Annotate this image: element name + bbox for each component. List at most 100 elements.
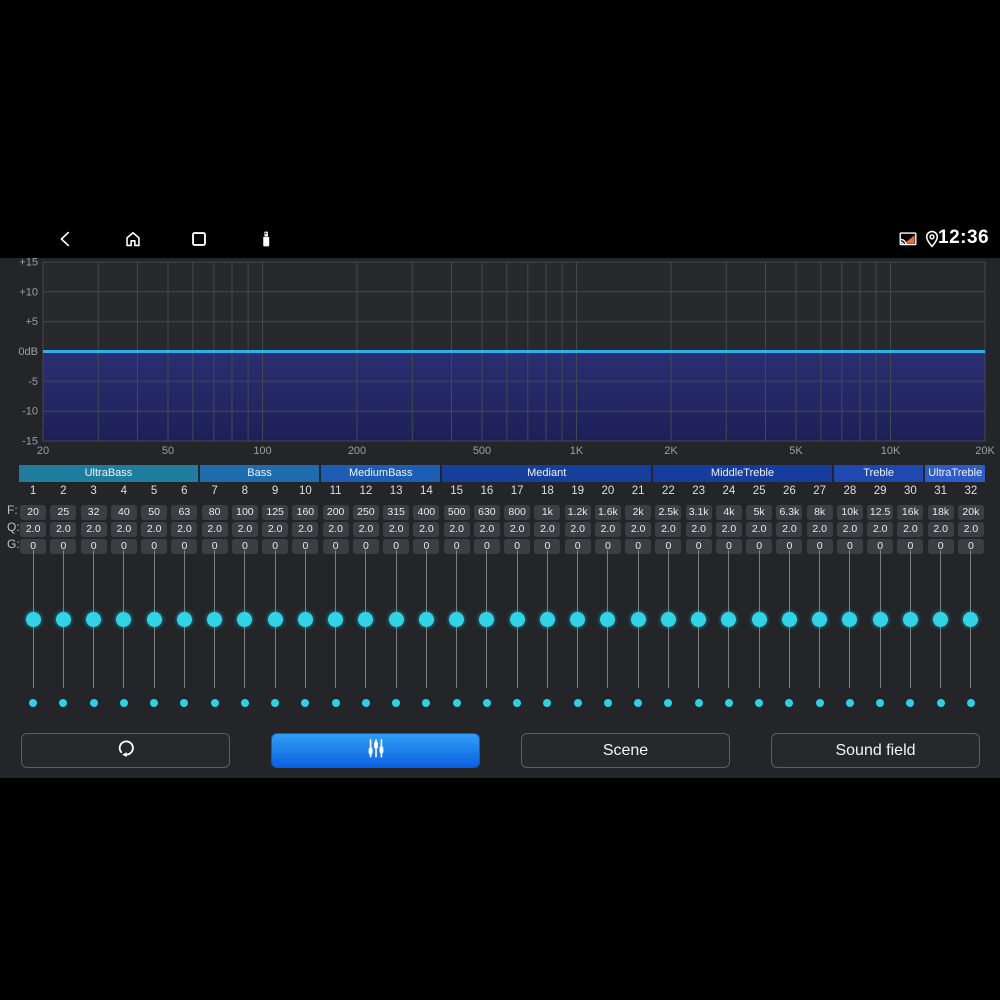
slider-knob[interactable] (721, 611, 737, 627)
band-dot[interactable] (180, 699, 189, 707)
slider-knob[interactable] (479, 611, 495, 627)
slider-knob[interactable] (25, 611, 41, 627)
eq-band-slider-11[interactable] (321, 548, 351, 713)
eq-band-slider-22[interactable] (653, 548, 683, 713)
band-dot[interactable] (513, 699, 522, 707)
eq-band-slider-4[interactable] (109, 548, 139, 713)
eq-band-slider-15[interactable] (442, 548, 472, 713)
eq-band-slider-30[interactable] (895, 548, 925, 713)
slider-knob[interactable] (267, 611, 283, 627)
eq-band-slider-3[interactable] (79, 548, 109, 713)
band-dot[interactable] (422, 699, 431, 707)
eq-band-slider-23[interactable] (684, 548, 714, 713)
band-dot[interactable] (301, 699, 310, 707)
band-dot[interactable] (573, 699, 582, 707)
slider-knob[interactable] (902, 611, 918, 627)
band-dot[interactable] (89, 699, 98, 707)
scene-button[interactable]: Scene (521, 733, 730, 768)
slider-knob[interactable] (539, 611, 555, 627)
slider-knob[interactable] (358, 611, 374, 627)
eq-band-slider-2[interactable] (48, 548, 78, 713)
band-dot[interactable] (59, 699, 68, 707)
band-dot[interactable] (755, 699, 764, 707)
recents-button[interactable] (188, 228, 210, 250)
slider-knob[interactable] (449, 611, 465, 627)
eq-band-slider-14[interactable] (411, 548, 441, 713)
band-dot[interactable] (119, 699, 128, 707)
band-dot[interactable] (240, 699, 249, 707)
slider-knob[interactable] (116, 611, 132, 627)
slider-knob[interactable] (781, 611, 797, 627)
equalizer-button[interactable] (271, 733, 480, 768)
band-dot[interactable] (482, 699, 491, 707)
home-button[interactable] (122, 228, 144, 250)
band-dot[interactable] (603, 699, 612, 707)
slider-knob[interactable] (660, 611, 676, 627)
eq-band-slider-28[interactable] (835, 548, 865, 713)
band-dot[interactable] (210, 699, 219, 707)
slider-knob[interactable] (963, 611, 979, 627)
slider-knob[interactable] (630, 611, 646, 627)
band-dot[interactable] (664, 699, 673, 707)
eq-band-slider-1[interactable] (18, 548, 48, 713)
band-dot[interactable] (331, 699, 340, 707)
slider-knob[interactable] (146, 611, 162, 627)
eq-band-slider-17[interactable] (502, 548, 532, 713)
eq-band-slider-9[interactable] (260, 548, 290, 713)
slider-knob[interactable] (872, 611, 888, 627)
slider-knob[interactable] (388, 611, 404, 627)
band-dot[interactable] (452, 699, 461, 707)
band-dot[interactable] (29, 699, 38, 707)
eq-band-slider-21[interactable] (623, 548, 653, 713)
eq-band-slider-26[interactable] (774, 548, 804, 713)
band-dot[interactable] (906, 699, 915, 707)
band-dot[interactable] (150, 699, 159, 707)
slider-knob[interactable] (751, 611, 767, 627)
slider-knob[interactable] (176, 611, 192, 627)
eq-band-slider-25[interactable] (744, 548, 774, 713)
slider-knob[interactable] (328, 611, 344, 627)
eq-band-slider-10[interactable] (290, 548, 320, 713)
eq-band-slider-31[interactable] (926, 548, 956, 713)
eq-band-slider-12[interactable] (351, 548, 381, 713)
eq-band-slider-32[interactable] (956, 548, 986, 713)
sound-field-button[interactable]: Sound field (771, 733, 980, 768)
slider-knob[interactable] (418, 611, 434, 627)
band-dot[interactable] (845, 699, 854, 707)
slider-knob[interactable] (297, 611, 313, 627)
slider-knob[interactable] (509, 611, 525, 627)
eq-band-slider-5[interactable] (139, 548, 169, 713)
slider-knob[interactable] (600, 611, 616, 627)
band-dot[interactable] (543, 699, 552, 707)
band-dot[interactable] (785, 699, 794, 707)
band-dot[interactable] (694, 699, 703, 707)
slider-knob[interactable] (570, 611, 586, 627)
slider-knob[interactable] (86, 611, 102, 627)
band-dot[interactable] (876, 699, 885, 707)
slider-knob[interactable] (691, 611, 707, 627)
band-dot[interactable] (936, 699, 945, 707)
slider-knob[interactable] (207, 611, 223, 627)
slider-knob[interactable] (812, 611, 828, 627)
band-dot[interactable] (815, 699, 824, 707)
eq-band-slider-29[interactable] (865, 548, 895, 713)
eq-band-slider-18[interactable] (532, 548, 562, 713)
eq-band-slider-19[interactable] (563, 548, 593, 713)
slider-knob[interactable] (842, 611, 858, 627)
eq-band-slider-27[interactable] (805, 548, 835, 713)
reset-button[interactable] (21, 733, 230, 768)
eq-band-slider-24[interactable] (714, 548, 744, 713)
band-dot[interactable] (634, 699, 643, 707)
band-dot[interactable] (724, 699, 733, 707)
usb-icon[interactable] (255, 228, 277, 250)
eq-band-slider-6[interactable] (169, 548, 199, 713)
band-dot[interactable] (361, 699, 370, 707)
back-button[interactable] (55, 228, 77, 250)
eq-band-slider-20[interactable] (593, 548, 623, 713)
eq-band-slider-8[interactable] (230, 548, 260, 713)
band-dot[interactable] (392, 699, 401, 707)
slider-knob[interactable] (55, 611, 71, 627)
slider-knob[interactable] (237, 611, 253, 627)
slider-knob[interactable] (933, 611, 949, 627)
band-dot[interactable] (966, 699, 975, 707)
